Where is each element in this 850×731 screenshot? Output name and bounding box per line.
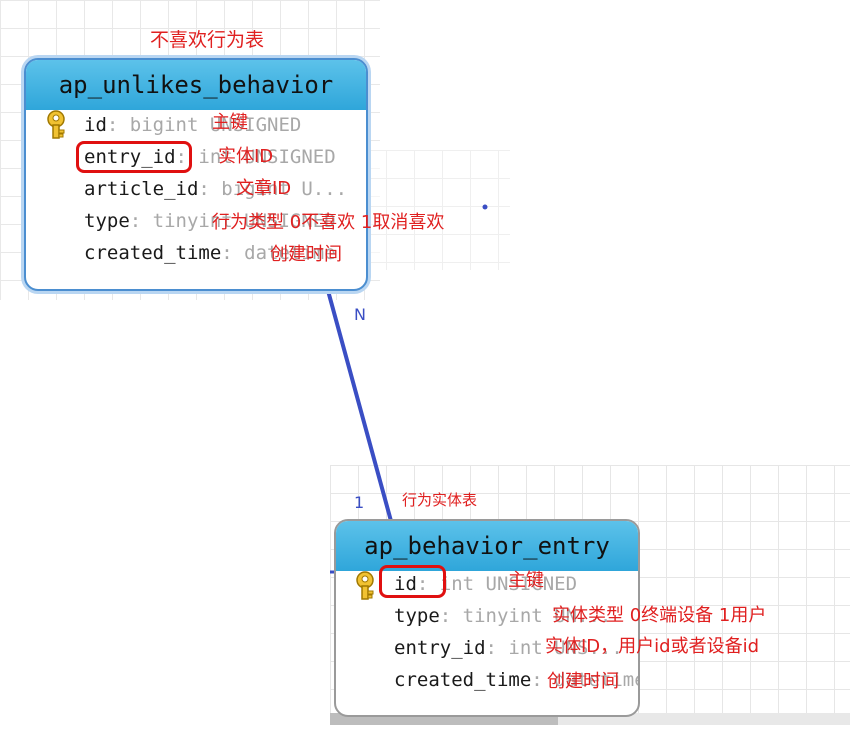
annotation-entry-id: 实体ID (218, 146, 274, 167)
table-title[interactable]: ap_unlikes_behavior (26, 60, 366, 110)
column-row-id[interactable]: id: bigint UNSIGNED (84, 110, 301, 140)
relation-one-label: 1 (354, 493, 365, 512)
unlikes-table-caption: 不喜欢行为表 (150, 29, 265, 51)
annotation-behavior-type: 行为类型 0不喜欢 1取消喜欢 (212, 212, 445, 233)
column-name: created_time (394, 669, 532, 691)
annotation-entry-type: 实体类型 0终端设备 1用户 (552, 605, 767, 626)
annotation-primary-key: 主键 (508, 570, 544, 591)
entry-table-caption: 行为实体表 (402, 491, 478, 509)
column-name: entry_id (394, 637, 486, 659)
relation-many-label: N (354, 305, 366, 324)
annotation-created-time: 创建时间 (270, 244, 342, 265)
table-title[interactable]: ap_behavior_entry (336, 521, 638, 571)
column-name: type (84, 210, 130, 232)
column-name: created_time (84, 242, 222, 264)
annotation-entry-id: 实体ID，用户id或者设备id (545, 636, 760, 657)
key-icon (47, 110, 65, 139)
canvas-dot (482, 204, 488, 210)
column-row-article-id[interactable]: article_id: bigint U... (84, 174, 347, 204)
entry-id-highlight (76, 141, 192, 173)
annotation-article-id: 文章ID (236, 178, 292, 199)
column-name: type (394, 605, 440, 627)
column-name: id (84, 114, 107, 136)
key-icon (356, 571, 374, 600)
annotation-primary-key: 主键 (212, 112, 248, 133)
annotation-created-time: 创建时间 (547, 671, 619, 692)
id-highlight (379, 565, 446, 598)
column-name: article_id (84, 178, 199, 200)
